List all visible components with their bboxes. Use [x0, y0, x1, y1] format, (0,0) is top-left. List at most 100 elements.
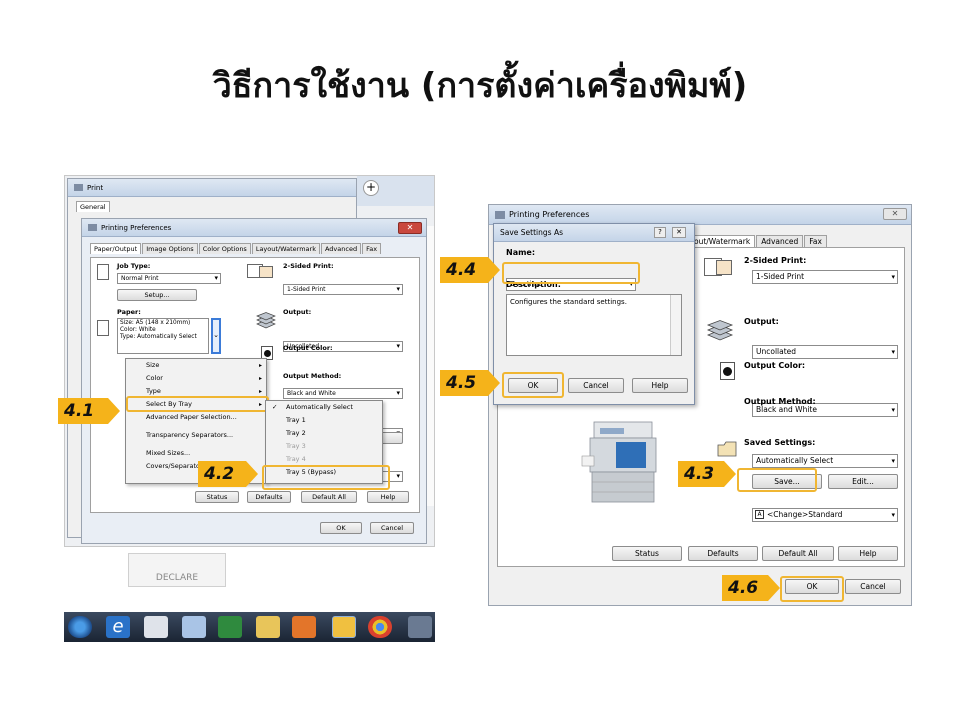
output-color-icon	[720, 362, 735, 380]
powerpoint-icon[interactable]	[292, 616, 316, 638]
save-button-highlight	[737, 468, 817, 492]
output-method-select[interactable]: Automatically Select	[752, 454, 898, 468]
status-button[interactable]: Status	[195, 491, 239, 503]
saved-settings-label: Saved Settings:	[744, 438, 816, 447]
paper-color-text: Color: White	[120, 327, 156, 333]
printer-icon	[88, 224, 97, 231]
excel-icon[interactable]	[218, 616, 242, 638]
default-all-button[interactable]: Default All	[301, 491, 357, 503]
default-all-button[interactable]: Default All	[762, 546, 834, 561]
tab-general[interactable]: General	[76, 201, 110, 212]
defaults-button[interactable]: Defaults	[688, 546, 758, 561]
stack-icon	[706, 320, 734, 344]
network-printer-icon[interactable]	[408, 616, 432, 638]
menu-item-size[interactable]: Size	[126, 359, 266, 372]
menu-item-color[interactable]: Color	[126, 372, 266, 385]
menu-item-transparency-separators[interactable]: Transparency Separators...	[126, 429, 266, 442]
tab-fax[interactable]: Fax	[362, 243, 382, 254]
description-textarea[interactable]: Configures the standard settings.	[506, 294, 682, 356]
dialog-ok-highlight	[502, 372, 564, 398]
close-icon[interactable]: ✕	[672, 227, 686, 238]
close-icon[interactable]: ✕	[883, 208, 907, 220]
name-label: Name:	[506, 248, 536, 257]
menu-item-mixed-sizes[interactable]: Mixed Sizes...	[126, 447, 266, 460]
pp-title: Printing Preferences	[101, 223, 172, 232]
help-question-icon[interactable]: ?	[654, 227, 666, 238]
job-type-select[interactable]: Normal Print	[117, 273, 221, 284]
output-method-label: Output Method:	[283, 372, 342, 380]
start-icon[interactable]	[68, 616, 92, 638]
tab-image-options[interactable]: Image Options	[142, 243, 198, 254]
new-tab-icon[interactable]: +	[363, 180, 379, 196]
tab-advanced[interactable]: Advanced	[320, 243, 362, 254]
output-method-label: Output Method:	[744, 397, 816, 406]
output-color-label: Output Color:	[744, 361, 806, 370]
edit-button[interactable]: Edit...	[828, 474, 898, 489]
paper-dropdown-button[interactable]: ⌄	[211, 318, 221, 354]
a-icon: A	[755, 510, 764, 519]
declare-box: DECLARE	[128, 553, 226, 587]
tray-2-item[interactable]: Tray 2	[266, 427, 382, 440]
pp-tabs: Paper/Output Image Options Color Options…	[90, 243, 426, 254]
tray-auto-item[interactable]: ✓ Automatically Select	[266, 401, 382, 414]
paper-info-box: Size: A5 (148 x 210mm) Color: White Type…	[117, 318, 209, 354]
help-button[interactable]: Help	[838, 546, 898, 561]
paper-size-text: Size: A5 (148 x 210mm)	[120, 320, 191, 326]
name-field-highlight	[502, 262, 640, 284]
print-window-titlebar: Print	[68, 179, 356, 197]
tab-advanced[interactable]: Advanced	[756, 235, 804, 247]
step-tag-4-6: 4.6	[722, 575, 780, 601]
two-sided-icon-back	[716, 260, 732, 275]
explorer-icon[interactable]	[256, 616, 280, 638]
saved-settings-select[interactable]: A <Change>Standard	[752, 508, 898, 522]
document-icon	[97, 264, 109, 280]
two-sided-label: 2-Sided Print:	[283, 262, 334, 270]
output-label: Output:	[744, 317, 779, 326]
chrome-icon[interactable]	[368, 616, 392, 638]
output-color-select[interactable]: Black and White	[283, 388, 403, 399]
output-label: Output:	[283, 308, 312, 316]
cancel-button[interactable]: Cancel	[845, 579, 901, 594]
two-sided-icon-back	[259, 266, 273, 278]
ok-button-highlight	[780, 576, 844, 602]
close-icon[interactable]: ✕	[398, 222, 422, 234]
output-select[interactable]: Uncollated	[752, 345, 898, 359]
tab-layout-watermark[interactable]: Layout/Watermark	[251, 243, 320, 254]
tab-fax[interactable]: Fax	[804, 235, 827, 247]
menu-item-advanced-paper-selection[interactable]: Advanced Paper Selection...	[126, 411, 266, 424]
two-sided-select[interactable]: 1-Sided Print	[283, 284, 403, 295]
defaults-button[interactable]: Defaults	[247, 491, 291, 503]
two-sided-select[interactable]: 1-Sided Print	[752, 270, 898, 284]
stack-icon	[255, 312, 277, 332]
extra-button[interactable]	[381, 432, 403, 444]
tray-1-item[interactable]: Tray 1	[266, 414, 382, 427]
pp-tabs-right: out/Watermark Advanced Fax	[689, 235, 827, 247]
saved-settings-icon	[716, 440, 738, 458]
print-window-title: Print	[87, 183, 104, 192]
status-button[interactable]: Status	[612, 546, 682, 561]
cancel-button[interactable]: Cancel	[370, 522, 414, 534]
step-tag-4-2: 4.2	[198, 461, 258, 487]
tab-paper-output[interactable]: Paper/Output	[90, 243, 142, 254]
calculator-icon[interactable]	[182, 616, 206, 638]
ie-icon[interactable]: e	[106, 616, 130, 638]
tab-color-options[interactable]: Color Options	[198, 243, 251, 254]
tray-auto-label: Automatically Select	[286, 403, 353, 411]
taskbar: e	[64, 612, 435, 642]
tab-layout-watermark[interactable]: out/Watermark	[689, 235, 756, 247]
ok-button[interactable]: OK	[320, 522, 362, 534]
step-tag-4-3: 4.3	[678, 461, 736, 487]
folder-icon[interactable]	[332, 616, 356, 638]
job-type-label: Job Type:	[117, 262, 151, 270]
dialog-help-button[interactable]: Help	[632, 378, 688, 393]
setup-button[interactable]: Setup...	[117, 289, 197, 301]
printer-icon	[495, 210, 505, 219]
dialog-cancel-button[interactable]: Cancel	[568, 378, 624, 393]
help-button[interactable]: Help	[367, 491, 409, 503]
snipping-tool-icon[interactable]	[144, 616, 168, 638]
description-scrollbar[interactable]	[670, 295, 681, 355]
step-tag-4-4: 4.4	[440, 257, 500, 283]
output-color-label: Output Color:	[283, 344, 333, 352]
paper-icon	[97, 320, 109, 336]
tray-5-highlight	[262, 465, 390, 490]
